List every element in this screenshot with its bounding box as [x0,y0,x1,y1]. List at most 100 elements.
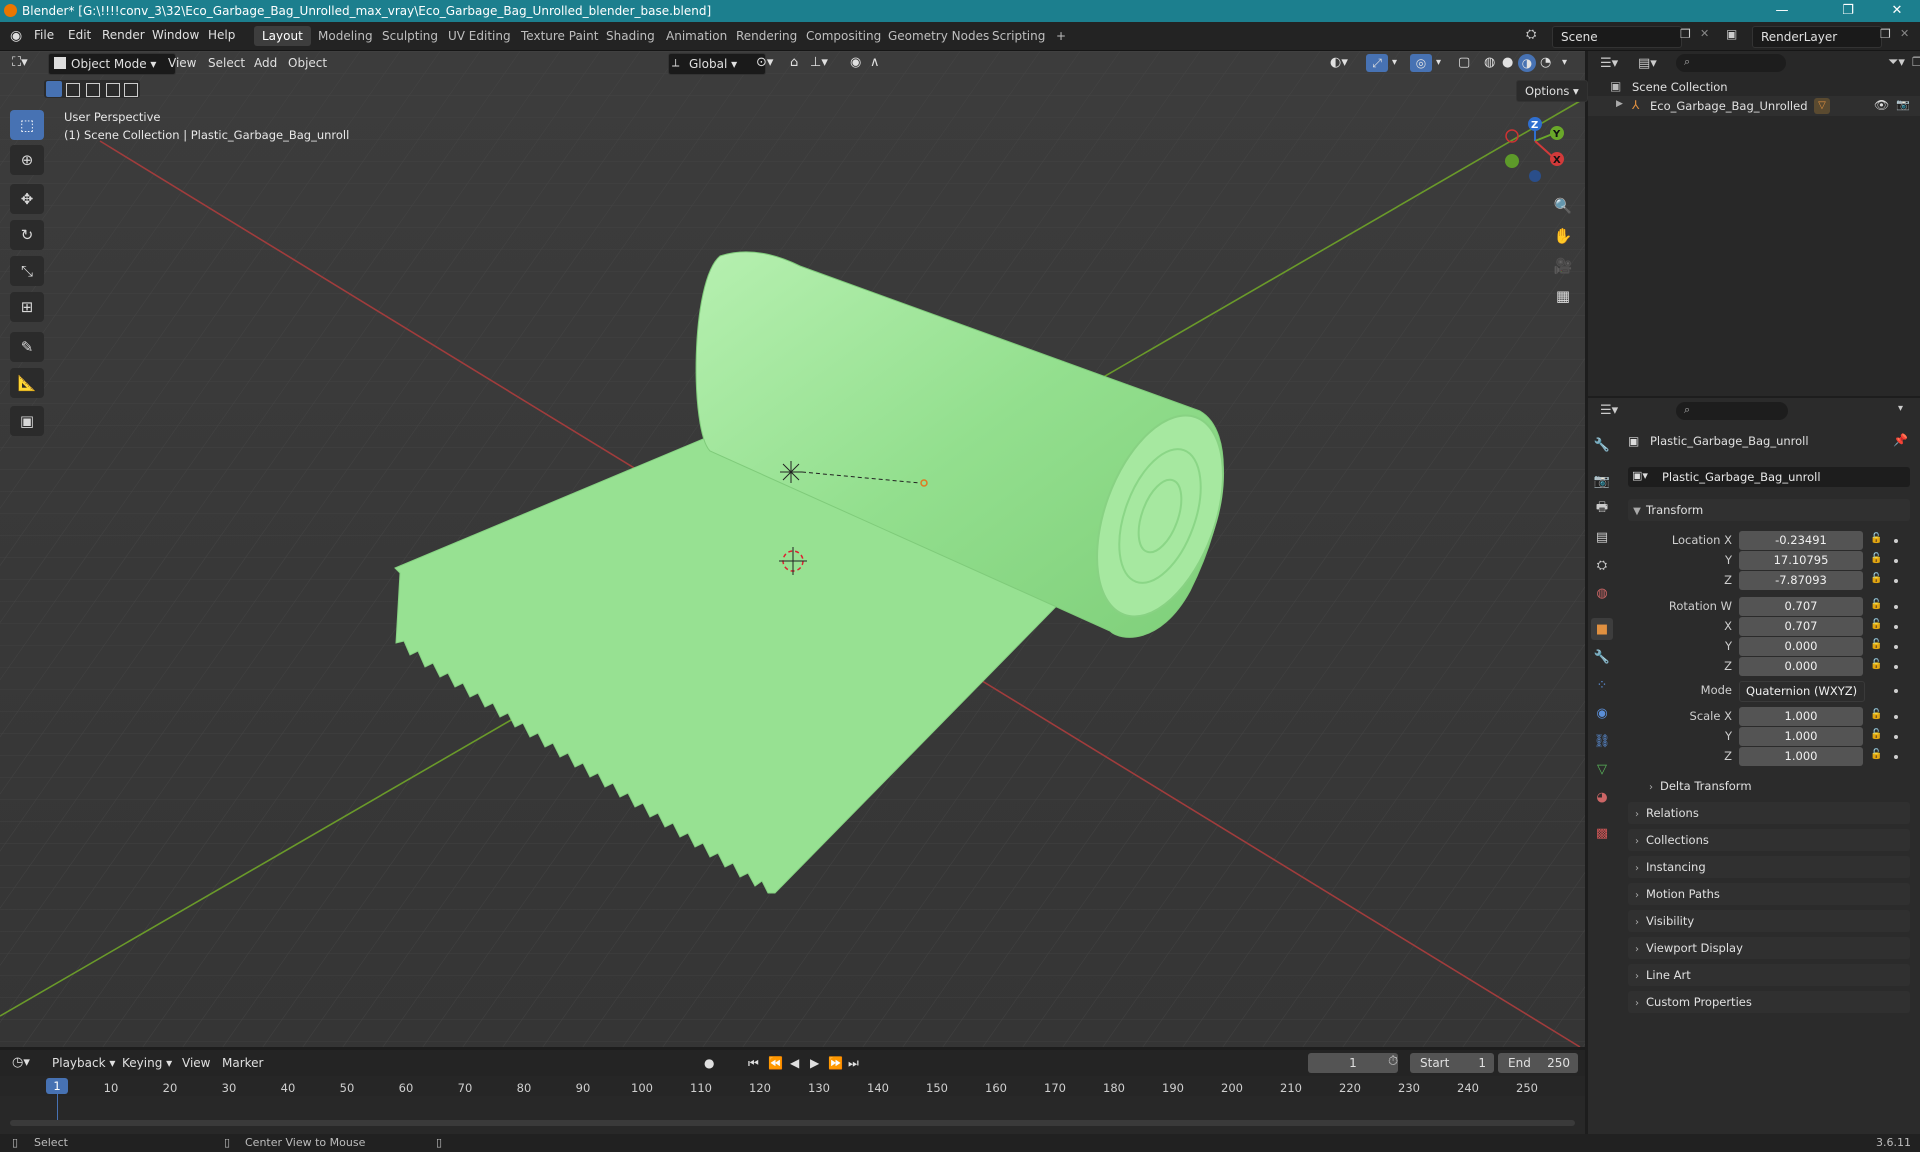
select-intersect-icon[interactable] [124,83,138,97]
outliner-search-input[interactable]: ⌕ [1676,54,1786,72]
view-layer-icon[interactable]: ▣ [1726,27,1737,41]
lock-icon[interactable]: 🔓 [1870,599,1882,611]
tab-texture-paint[interactable]: Texture Paint [513,26,606,46]
lock-icon[interactable]: 🔓 [1870,749,1882,761]
visibility-selector-icon[interactable]: ◐▾ [1330,54,1348,72]
relations-panel-header[interactable]: › Relations [1628,802,1910,824]
motion-paths-panel-header[interactable]: › Motion Paths [1628,883,1910,905]
select-invert-icon[interactable] [106,83,120,97]
falloff-icon[interactable]: ∧ [870,54,880,72]
scene-tab-icon[interactable]: ⛭ [1591,554,1613,576]
menu-select[interactable]: Select [208,54,245,72]
rotation-mode-dropdown[interactable]: Quaternion (WXYZ) ▾ [1739,681,1865,717]
camera-view-icon[interactable]: 🎥 [1548,252,1578,280]
timer-icon[interactable]: ⏱ [1388,1054,1398,1069]
shading-dropdown-icon[interactable]: ▾ [1562,54,1567,72]
options-dropdown[interactable]: Options ▾ [1516,80,1588,102]
cursor-tool-icon[interactable]: ⊕ [10,145,44,175]
add-workspace-button[interactable]: + [1048,26,1074,46]
keyframe-dot-icon[interactable] [1894,539,1898,543]
keyframe-dot-icon[interactable] [1894,755,1898,759]
properties-options-icon[interactable]: ▾ [1898,403,1903,414]
overlays-dropdown-icon[interactable]: ▾ [1436,54,1441,72]
gizmo-neg-z-icon[interactable] [1529,170,1541,182]
texture-tab-icon[interactable]: ▩ [1591,822,1613,844]
menu-window[interactable]: Window [152,28,199,42]
solid-shading-icon[interactable]: ● [1502,54,1513,72]
keyframe-dot-icon[interactable] [1894,735,1898,739]
menu-keying[interactable]: Keying ▾ [122,1054,172,1072]
lock-icon[interactable]: 🔓 [1870,709,1882,721]
tab-rendering[interactable]: Rendering [728,26,805,46]
xray-toggle-icon[interactable]: ▢ [1458,54,1470,72]
data-tab-icon[interactable]: ▽ [1591,758,1613,780]
new-scene-icon[interactable]: ❐ [1680,27,1691,41]
wireframe-shading-icon[interactable]: ◍ [1484,54,1495,72]
new-view-layer-icon[interactable]: ❐ [1880,27,1891,41]
tool-tab-icon[interactable]: 🔧 [1591,434,1613,456]
rotation-z-field[interactable]: 0.000 [1739,657,1863,676]
object-name-field[interactable]: ▣▾ Plastic_Garbage_Bag_unroll [1628,467,1910,487]
select-box-tool-icon[interactable]: ⬚ [10,110,44,140]
menu-help[interactable]: Help [208,28,235,42]
snap-target-icon[interactable]: ⊥▾ [810,54,828,72]
tab-geometry-nodes[interactable]: Geometry Nodes [880,26,997,46]
material-shading-icon[interactable]: ◑ [1518,54,1536,72]
proportional-edit-icon[interactable]: ◉ [850,54,861,72]
lock-icon[interactable]: 🔓 [1870,553,1882,565]
maximize-button[interactable]: ❐ [1825,0,1871,22]
render-layer-selector[interactable]: RenderLayer [1752,26,1882,48]
keyframe-dot-icon[interactable] [1894,665,1898,669]
menu-playback[interactable]: Playback ▾ [52,1054,115,1072]
snap-icon[interactable]: ⌂ [790,54,798,72]
visibility-panel-header[interactable]: › Visibility [1628,910,1910,932]
tab-uv-editing[interactable]: UV Editing [440,26,519,46]
outliner-row[interactable]: ▶ ⅄ Eco_Garbage_Bag_Unrolled ▽ 👁 📷 [1588,96,1920,116]
annotate-tool-icon[interactable]: ✎ [10,332,44,362]
keyframe-dot-icon[interactable] [1894,579,1898,583]
keyframe-dot-icon[interactable] [1894,559,1898,563]
gizmo-dropdown-icon[interactable]: ▾ [1392,54,1397,72]
move-tool-icon[interactable]: ✥ [10,184,44,214]
overlays-toggle-icon[interactable]: ◎ [1410,54,1432,72]
modifier-icon[interactable]: ▽ [1814,98,1830,114]
scale-z-field[interactable]: 1.000 [1739,747,1863,766]
instancing-panel-header[interactable]: › Instancing [1628,856,1910,878]
scale-y-field[interactable]: 1.000 [1739,727,1863,746]
new-collection-icon[interactable]: ❐ [1912,55,1920,69]
timeline-scrollbar[interactable] [10,1120,1575,1126]
menu-add[interactable]: Add [254,54,277,72]
delete-scene-icon[interactable]: ✕ [1700,27,1709,40]
scene-selector[interactable]: Scene [1552,26,1682,48]
menu-view[interactable]: View [168,54,196,72]
tab-compositing[interactable]: Compositing [798,26,889,46]
tab-animation[interactable]: Animation [658,26,735,46]
menu-render[interactable]: Render [102,28,145,42]
pan-hand-icon[interactable]: ✋ [1548,222,1578,250]
current-frame-field[interactable]: 1 [1308,1053,1398,1073]
location-z-field[interactable]: -7.87093 [1739,571,1863,590]
pivot-point-icon[interactable]: ⊙▾ [756,54,773,72]
keyframe-dot-icon[interactable] [1894,605,1898,609]
keyframe-dot-icon[interactable] [1894,689,1898,693]
play-icon[interactable]: ▶ [810,1054,819,1072]
menu-file[interactable]: File [34,28,54,42]
transform-panel-header[interactable]: ▼ Transform [1628,499,1910,521]
lock-icon[interactable]: 🔓 [1870,659,1882,671]
render-camera-icon[interactable]: 📷 [1896,98,1910,111]
select-extend-icon[interactable] [66,83,80,97]
scene-collection-label[interactable]: Scene Collection [1632,80,1728,94]
outliner-editor-icon[interactable]: ☰▾ [1600,56,1618,71]
rotate-tool-icon[interactable]: ↻ [10,220,44,250]
jump-keyframe-forward-icon[interactable]: ⏩ [828,1054,843,1072]
render-tab-icon[interactable]: 📷 [1591,470,1613,492]
menu-object[interactable]: Object [288,54,327,72]
material-tab-icon[interactable]: ◕ [1591,786,1613,808]
viewport-display-panel-header[interactable]: › Viewport Display [1628,937,1910,959]
tab-modeling[interactable]: Modeling [310,26,381,46]
delta-transform-header[interactable]: › Delta Transform [1642,776,1910,796]
rotation-w-field[interactable]: 0.707 [1739,597,1863,616]
transform-tool-icon[interactable]: ⊞ [10,292,44,322]
scale-tool-icon[interactable]: ⤡ [10,256,44,286]
end-frame-field[interactable]: End 250 [1498,1053,1578,1073]
